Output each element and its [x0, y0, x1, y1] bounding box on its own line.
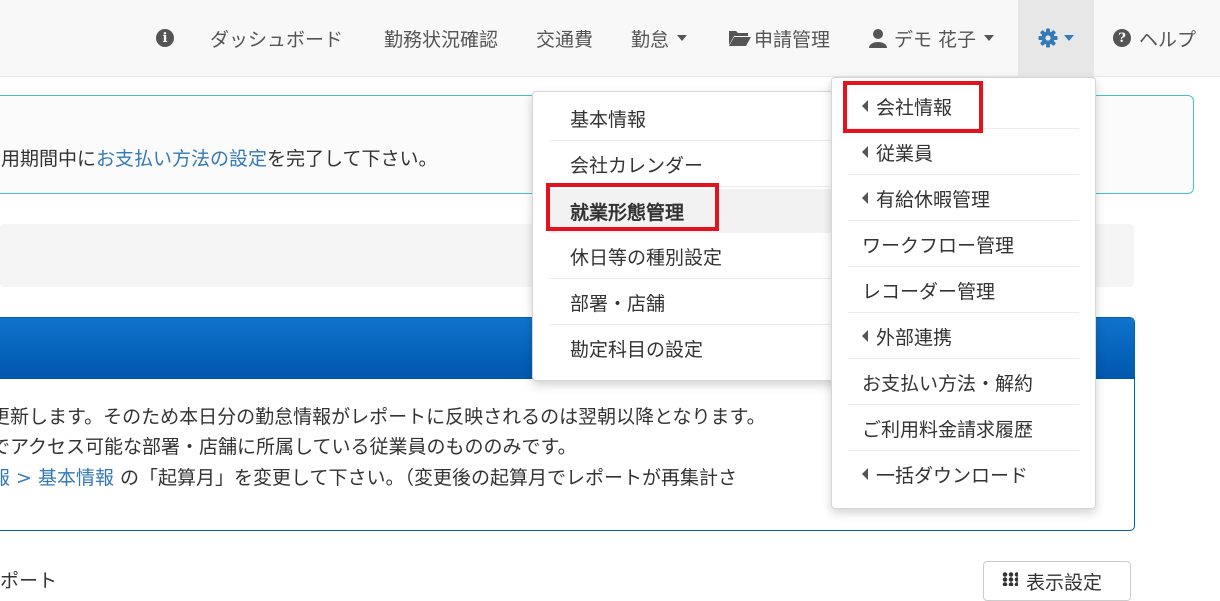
submenu-item-work-style-management[interactable]: 就業形態管理 [549, 189, 831, 233]
nav-attendance-dropdown[interactable]: 勤怠 [631, 0, 688, 76]
info-button[interactable]: i [156, 0, 174, 76]
menu-item-label: 一括ダウンロード [876, 464, 1029, 487]
panel-line-2: でアクセス可能な部署・店舗に所属している従業員のもののみです。 [0, 436, 577, 458]
menu-item-external-integration[interactable]: 外部連携 [848, 314, 1079, 359]
caret-left-icon [862, 330, 868, 342]
nav-work-status-label: 勤務状況確認 [384, 28, 499, 51]
menu-item-employees[interactable]: 従業員 [848, 130, 1079, 175]
menu-item-label: 従業員 [876, 142, 934, 165]
question-icon: ? [1113, 29, 1131, 47]
caret-left-icon [862, 192, 868, 204]
submenu-item-basic-info[interactable]: 基本情報 [549, 96, 831, 141]
nav-dashboard[interactable]: ダッシュボード [210, 0, 343, 76]
caret-down-icon [1064, 35, 1074, 41]
submenu-item-departments[interactable]: 部署・店舗 [549, 280, 831, 325]
menu-item-workflow[interactable]: ワークフロー管理 [848, 222, 1079, 267]
caret-left-icon [862, 100, 868, 112]
menu-item-payment-method[interactable]: お支払い方法・解約 [848, 360, 1079, 405]
submenu-item-account-titles[interactable]: 勘定科目の設定 [549, 326, 831, 370]
nav-dashboard-label: ダッシュボード [210, 28, 344, 51]
menu-item-label: 会社情報 [876, 96, 953, 119]
nav-user-label: デモ 花子 [894, 28, 977, 51]
nav-work-status[interactable]: 勤務状況確認 [384, 0, 498, 76]
panel-line-3-rest: の「起算月」を変更して下さい。（変更後の起算月でレポートが再集計さ [114, 467, 737, 489]
info-icon: i [156, 29, 174, 47]
menu-item-bulk-download[interactable]: 一括ダウンロード [848, 452, 1079, 496]
menu-item-label: ワークフロー管理 [862, 234, 1015, 257]
submenu-item-label: 就業形態管理 [570, 201, 685, 224]
nav-application-label: 申請管理 [754, 28, 831, 51]
caret-left-icon [862, 146, 868, 158]
caret-down-icon [677, 35, 688, 41]
payment-settings-link[interactable]: お支払い方法の設定 [96, 148, 267, 170]
nav-user-dropdown[interactable]: デモ 花子 [868, 0, 995, 76]
nav-attendance-label: 勤怠 [631, 28, 670, 51]
company-info-submenu: 基本情報 会社カレンダー 就業形態管理 休日等の種別設定 部署・店舗 勘定科目の… [532, 91, 848, 381]
menu-item-label: 有給休暇管理 [876, 188, 991, 211]
alert-text-before: 用期間中に [1, 148, 97, 170]
caret-left-icon [862, 468, 868, 480]
menu-item-recorder[interactable]: レコーダー管理 [848, 268, 1079, 313]
nav-help[interactable]: ? ヘルプ [1113, 0, 1196, 76]
display-settings-button[interactable]: 表示設定 [983, 561, 1131, 601]
submenu-item-label: 会社カレンダー [570, 154, 704, 177]
menu-item-label: レコーダー管理 [862, 280, 996, 303]
nav-application-management[interactable]: 申請管理 [728, 0, 830, 76]
menu-item-label: 外部連携 [876, 326, 953, 349]
settings-menu: 会社情報 従業員 有給休暇管理 ワークフロー管理 レコーダー管理 外部連携 お支… [831, 77, 1096, 509]
submenu-item-label: 部署・店舗 [570, 292, 666, 315]
alert-text-after: を完了して下さい。 [267, 148, 438, 170]
menu-item-label: お支払い方法・解約 [862, 372, 1034, 395]
caret-down-icon [984, 35, 995, 41]
settings-dropdown-toggle[interactable] [1018, 0, 1094, 76]
basic-info-link[interactable]: 報 > 基本情報 [0, 467, 114, 489]
submenu-item-label: 勘定科目の設定 [570, 338, 704, 361]
menu-item-company-info[interactable]: 会社情報 [848, 84, 1079, 129]
alert-message: 用期間中にお支払い方法の設定を完了して下さい。 [1, 144, 437, 171]
submenu-item-label: 基本情報 [570, 108, 647, 131]
grid-icon [1002, 572, 1018, 586]
menu-item-label: ご利用料金請求履歴 [862, 418, 1034, 441]
top-navbar: i ダッシュボード 勤務状況確認 交通費 勤怠 申請管理 デモ 花子 ? ヘルプ [0, 0, 1220, 77]
gear-icon [1038, 28, 1058, 48]
submenu-item-holiday-types[interactable]: 休日等の種別設定 [549, 234, 831, 279]
nav-transport[interactable]: 交通費 [536, 0, 593, 76]
nav-transport-label: 交通費 [536, 28, 594, 51]
submenu-item-label: 休日等の種別設定 [570, 246, 723, 269]
panel-line-1: 更新します。そのため本日分の勤怠情報がレポートに反映されるのは翌朝以降となります… [0, 406, 766, 428]
user-icon [869, 29, 887, 48]
menu-item-paid-leave[interactable]: 有給休暇管理 [848, 176, 1079, 221]
menu-item-billing-history[interactable]: ご利用料金請求履歴 [848, 406, 1079, 451]
submenu-item-company-calendar[interactable]: 会社カレンダー [549, 142, 831, 187]
folder-open-icon [729, 31, 751, 46]
report-section-title: ポート [0, 570, 58, 592]
panel-line-3: 報 > 基本情報 の「起算月」を変更して下さい。（変更後の起算月でレポートが再集… [0, 463, 737, 490]
nav-help-label: ヘルプ [1139, 28, 1197, 51]
